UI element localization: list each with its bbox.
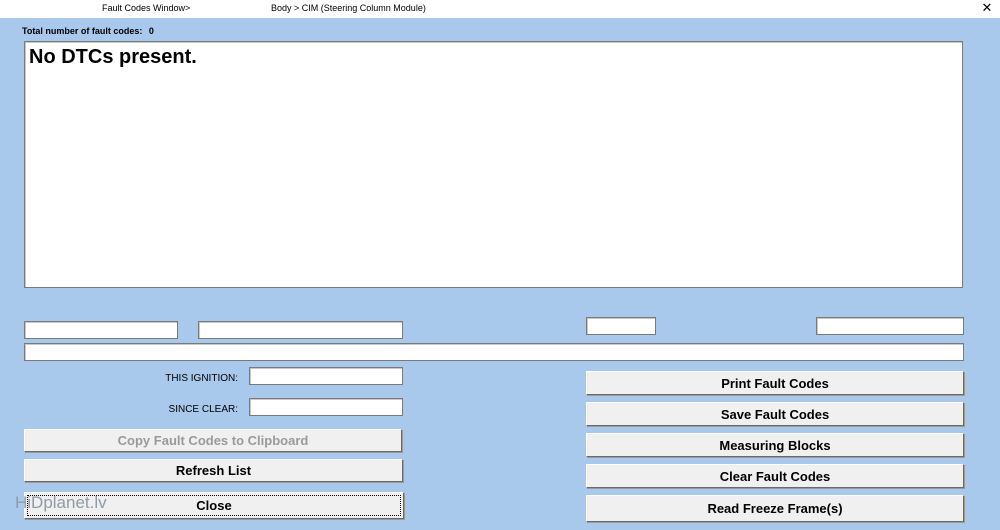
fault-count-value: 0: [148, 26, 154, 36]
title-bar: Fault Codes Window> Body > CIM (Steering…: [0, 0, 1000, 18]
dtc-list[interactable]: No DTCs present.: [24, 41, 963, 288]
this-ignition-field[interactable]: [249, 367, 403, 385]
close-button[interactable]: Close: [24, 492, 404, 519]
copy-to-clipboard-button[interactable]: Copy Fault Codes to Clipboard: [24, 429, 402, 452]
module-path: Body > CIM (Steering Column Module): [271, 3, 426, 13]
fault-count-label: Total number of fault codes:: [22, 26, 143, 36]
measuring-blocks-button[interactable]: Measuring Blocks: [586, 433, 964, 457]
clear-fault-codes-button[interactable]: Clear Fault Codes: [586, 464, 964, 488]
info-field-4[interactable]: [816, 317, 964, 335]
refresh-list-button[interactable]: Refresh List: [24, 459, 403, 482]
save-fault-codes-button[interactable]: Save Fault Codes: [586, 402, 964, 426]
since-clear-field[interactable]: [249, 398, 403, 416]
fault-count: Total number of fault codes: 0: [22, 26, 158, 36]
read-freeze-frames-button[interactable]: Read Freeze Frame(s): [586, 495, 964, 522]
dtc-message: No DTCs present.: [29, 46, 197, 68]
print-fault-codes-button[interactable]: Print Fault Codes: [586, 371, 964, 395]
info-field-1[interactable]: [24, 321, 178, 339]
close-window-icon[interactable]: ✕: [980, 0, 994, 16]
since-clear-label: SINCE CLEAR:: [168, 404, 238, 415]
info-field-2[interactable]: [198, 321, 403, 339]
window-label: Fault Codes Window>: [102, 3, 191, 13]
description-field[interactable]: [24, 343, 964, 361]
this-ignition-label: THIS IGNITION:: [165, 373, 238, 384]
info-field-3[interactable]: [586, 317, 656, 335]
